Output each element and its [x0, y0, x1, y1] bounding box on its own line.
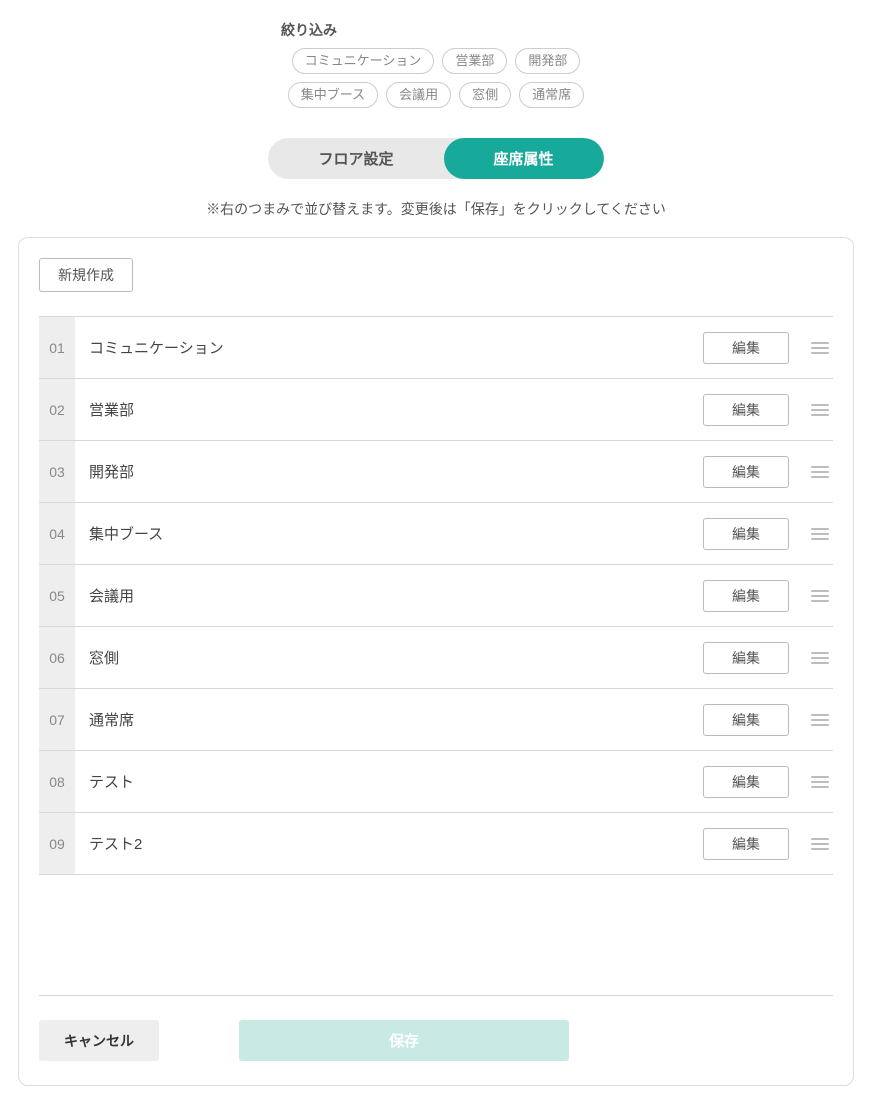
tab-toggle: フロア設定 座席属性: [0, 138, 872, 179]
drag-handle-icon[interactable]: [811, 838, 833, 850]
filter-chip[interactable]: 窓側: [459, 82, 511, 108]
row-number: 04: [39, 503, 75, 564]
table-row: 06窓側編集: [39, 626, 833, 688]
row-label: テスト2: [75, 833, 703, 854]
tab-floor-settings[interactable]: フロア設定: [268, 138, 443, 179]
row-number: 05: [39, 565, 75, 626]
edit-button[interactable]: 編集: [703, 704, 789, 736]
filter-label: 絞り込み: [281, 20, 591, 40]
filter-chip[interactable]: 営業部: [442, 48, 507, 74]
filter-chip[interactable]: 通常席: [519, 82, 584, 108]
edit-button[interactable]: 編集: [703, 828, 789, 860]
row-label: コミュニケーション: [75, 337, 703, 358]
drag-handle-icon[interactable]: [811, 528, 833, 540]
drag-handle-icon[interactable]: [811, 342, 833, 354]
table-row: 01コミュニケーション編集: [39, 316, 833, 378]
table-row: 05会議用編集: [39, 564, 833, 626]
row-number: 08: [39, 751, 75, 812]
drag-handle-icon[interactable]: [811, 652, 833, 664]
edit-button[interactable]: 編集: [703, 642, 789, 674]
row-number: 02: [39, 379, 75, 440]
row-label: 窓側: [75, 647, 703, 668]
edit-button[interactable]: 編集: [703, 394, 789, 426]
table-row: 04集中ブース編集: [39, 502, 833, 564]
tab-seat-attributes[interactable]: 座席属性: [444, 138, 604, 179]
filter-chips: コミュニケーション営業部開発部集中ブース会議用窓側通常席: [256, 48, 616, 108]
seat-attribute-panel: 新規作成 01コミュニケーション編集02営業部編集03開発部編集04集中ブース編…: [18, 237, 854, 1086]
drag-handle-icon[interactable]: [811, 404, 833, 416]
edit-button[interactable]: 編集: [703, 518, 789, 550]
footer-buttons: キャンセル 保存: [39, 995, 833, 1061]
filter-chip[interactable]: 集中ブース: [288, 82, 378, 108]
filter-chip[interactable]: 開発部: [515, 48, 580, 74]
row-number: 01: [39, 317, 75, 378]
row-number: 06: [39, 627, 75, 688]
instruction-text: ※右のつまみで並び替えます。変更後は「保存」をクリックしてください: [0, 199, 872, 219]
table-row: 03開発部編集: [39, 440, 833, 502]
row-label: テスト: [75, 771, 703, 792]
row-label: 会議用: [75, 585, 703, 606]
table-row: 07通常席編集: [39, 688, 833, 750]
filter-section: 絞り込み コミュニケーション営業部開発部集中ブース会議用窓側通常席: [0, 20, 872, 108]
drag-handle-icon[interactable]: [811, 714, 833, 726]
row-number: 09: [39, 813, 75, 874]
table-row: 08テスト編集: [39, 750, 833, 812]
drag-handle-icon[interactable]: [811, 590, 833, 602]
attribute-list: 01コミュニケーション編集02営業部編集03開発部編集04集中ブース編集05会議…: [39, 316, 833, 875]
drag-handle-icon[interactable]: [811, 776, 833, 788]
edit-button[interactable]: 編集: [703, 456, 789, 488]
edit-button[interactable]: 編集: [703, 766, 789, 798]
drag-handle-icon[interactable]: [811, 466, 833, 478]
edit-button[interactable]: 編集: [703, 580, 789, 612]
table-row: 09テスト2編集: [39, 812, 833, 874]
row-label: 開発部: [75, 461, 703, 482]
row-label: 通常席: [75, 709, 703, 730]
row-number: 07: [39, 689, 75, 750]
cancel-button[interactable]: キャンセル: [39, 1020, 159, 1061]
row-label: 営業部: [75, 399, 703, 420]
table-row: 02営業部編集: [39, 378, 833, 440]
filter-chip[interactable]: コミュニケーション: [292, 48, 435, 74]
save-button[interactable]: 保存: [239, 1020, 569, 1061]
edit-button[interactable]: 編集: [703, 332, 789, 364]
row-label: 集中ブース: [75, 523, 703, 544]
filter-chip[interactable]: 会議用: [386, 82, 451, 108]
new-button[interactable]: 新規作成: [39, 258, 133, 292]
row-number: 03: [39, 441, 75, 502]
